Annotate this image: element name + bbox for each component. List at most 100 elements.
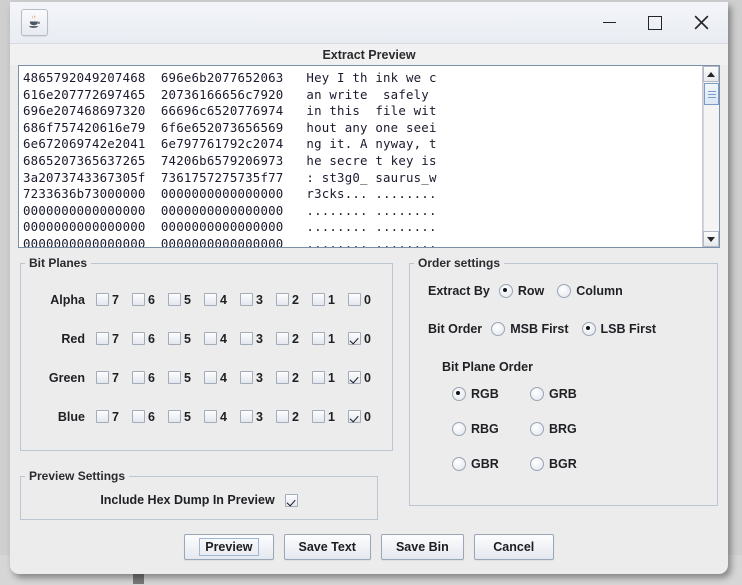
bit-checkbox-red-1[interactable]: 1 — [312, 332, 348, 346]
checkbox-icon[interactable] — [132, 293, 145, 306]
bit-checkbox-alpha-1[interactable]: 1 — [312, 293, 348, 307]
bit-checkbox-blue-3[interactable]: 3 — [240, 410, 276, 424]
radio-icon[interactable] — [581, 322, 596, 336]
checkbox-icon[interactable] — [276, 293, 289, 306]
bit-checkbox-red-5[interactable]: 5 — [168, 332, 204, 346]
close-icon[interactable] — [678, 2, 724, 43]
bit-checkbox-blue-1[interactable]: 1 — [312, 410, 348, 424]
vertical-scrollbar[interactable] — [702, 66, 719, 247]
radio-icon[interactable] — [498, 284, 513, 298]
radio-icon[interactable] — [452, 422, 466, 436]
preview-button[interactable]: Preview — [184, 534, 274, 560]
bit-checkbox-green-1[interactable]: 1 — [312, 371, 348, 385]
bit-checkbox-alpha-7[interactable]: 7 — [96, 293, 132, 307]
bit-plane-order-option-rgb[interactable]: RGB — [452, 387, 530, 401]
checkbox-icon[interactable] — [240, 332, 253, 345]
checkbox-icon[interactable] — [96, 410, 109, 423]
radio-icon[interactable] — [530, 457, 544, 471]
checkbox-icon[interactable] — [168, 332, 181, 345]
checkbox-icon[interactable] — [96, 371, 109, 384]
checkbox-icon[interactable] — [168, 371, 181, 384]
checkbox-icon[interactable] — [312, 410, 325, 423]
bit-checkbox-red-0[interactable]: 0 — [348, 332, 384, 346]
bit-checkbox-red-7[interactable]: 7 — [96, 332, 132, 346]
bit-plane-order-option-rbg[interactable]: RBG — [452, 422, 530, 436]
radio-icon[interactable] — [452, 457, 466, 471]
scrollbar-track[interactable] — [703, 82, 719, 231]
bit-checkbox-red-4[interactable]: 4 — [204, 332, 240, 346]
scroll-down-button[interactable] — [703, 231, 719, 247]
checkbox-icon[interactable] — [132, 410, 145, 423]
bit-checkbox-red-6[interactable]: 6 — [132, 332, 168, 346]
checkbox-icon[interactable] — [168, 410, 181, 423]
checkbox-icon[interactable] — [204, 332, 217, 345]
bit-plane-order-option-brg[interactable]: BRG — [530, 422, 608, 436]
save-bin-button[interactable]: Save Bin — [380, 534, 464, 560]
bit-checkbox-alpha-3[interactable]: 3 — [240, 293, 276, 307]
scrollbar-thumb[interactable] — [704, 83, 719, 105]
checkbox-icon[interactable] — [348, 371, 361, 384]
bit-plane-order-option-bgr[interactable]: BGR — [530, 457, 608, 471]
bit-plane-order-option-gbr[interactable]: GBR — [452, 457, 530, 471]
checkbox-icon[interactable] — [96, 332, 109, 345]
bit-checkbox-blue-0[interactable]: 0 — [348, 410, 384, 424]
bit-checkbox-blue-2[interactable]: 2 — [276, 410, 312, 424]
bit-order-option-msb-first[interactable]: MSB First — [491, 322, 569, 336]
bit-checkbox-green-2[interactable]: 2 — [276, 371, 312, 385]
checkbox-icon[interactable] — [132, 332, 145, 345]
minimize-icon[interactable] — [586, 2, 632, 43]
bit-checkbox-green-5[interactable]: 5 — [168, 371, 204, 385]
radio-icon[interactable] — [452, 387, 466, 401]
checkbox-icon[interactable] — [204, 410, 217, 423]
checkbox-icon[interactable] — [240, 371, 253, 384]
checkbox-icon[interactable] — [240, 293, 253, 306]
bit-checkbox-alpha-5[interactable]: 5 — [168, 293, 204, 307]
checkbox-icon[interactable] — [204, 293, 217, 306]
radio-icon[interactable] — [557, 284, 572, 298]
bit-plane-order-option-grb[interactable]: GRB — [530, 387, 608, 401]
checkbox-icon[interactable] — [348, 293, 361, 306]
extract-by-option-column[interactable]: Column — [557, 284, 623, 298]
bit-checkbox-green-6[interactable]: 6 — [132, 371, 168, 385]
bit-checkbox-green-7[interactable]: 7 — [96, 371, 132, 385]
bit-checkbox-green-3[interactable]: 3 — [240, 371, 276, 385]
radio-icon[interactable] — [530, 387, 544, 401]
checkbox-icon[interactable] — [276, 332, 289, 345]
extract-by-option-row[interactable]: Row — [498, 284, 544, 298]
maximize-icon[interactable] — [632, 2, 678, 43]
checkbox-icon[interactable] — [312, 371, 325, 384]
bit-checkbox-blue-4[interactable]: 4 — [204, 410, 240, 424]
checkbox-icon[interactable] — [276, 410, 289, 423]
bit-checkbox-alpha-0[interactable]: 0 — [348, 293, 384, 307]
checkbox-icon[interactable] — [312, 332, 325, 345]
scroll-up-button[interactable] — [703, 66, 719, 82]
bit-order-option-lsb-first[interactable]: LSB First — [581, 322, 656, 336]
bit-checkbox-alpha-6[interactable]: 6 — [132, 293, 168, 307]
save-text-button[interactable]: Save Text — [283, 534, 371, 560]
checkbox-icon[interactable] — [240, 410, 253, 423]
hex-dump-text-area[interactable]: 4865792049207468 696e6b2077652063 Hey I … — [18, 65, 720, 248]
checkbox-icon[interactable] — [132, 371, 145, 384]
bit-checkbox-alpha-4[interactable]: 4 — [204, 293, 240, 307]
bit-checkbox-red-3[interactable]: 3 — [240, 332, 276, 346]
checkbox-icon[interactable] — [204, 371, 217, 384]
bit-checkbox-alpha-2[interactable]: 2 — [276, 293, 312, 307]
radio-icon[interactable] — [530, 422, 544, 436]
cancel-button[interactable]: Cancel — [473, 534, 554, 560]
bit-checkbox-blue-6[interactable]: 6 — [132, 410, 168, 424]
checkbox-icon[interactable] — [276, 371, 289, 384]
bit-number-label: 5 — [184, 409, 191, 424]
bit-checkbox-red-2[interactable]: 2 — [276, 332, 312, 346]
bit-checkbox-blue-5[interactable]: 5 — [168, 410, 204, 424]
hex-dump-content[interactable]: 4865792049207468 696e6b2077652063 Hey I … — [19, 66, 702, 247]
checkbox-icon[interactable] — [312, 293, 325, 306]
radio-icon[interactable] — [491, 322, 506, 336]
checkbox-icon[interactable] — [168, 293, 181, 306]
include-hex-dump-checkbox[interactable] — [284, 493, 298, 507]
checkbox-icon[interactable] — [348, 410, 361, 423]
bit-checkbox-blue-7[interactable]: 7 — [96, 410, 132, 424]
bit-checkbox-green-4[interactable]: 4 — [204, 371, 240, 385]
checkbox-icon[interactable] — [348, 332, 361, 345]
checkbox-icon[interactable] — [96, 293, 109, 306]
bit-checkbox-green-0[interactable]: 0 — [348, 371, 384, 385]
